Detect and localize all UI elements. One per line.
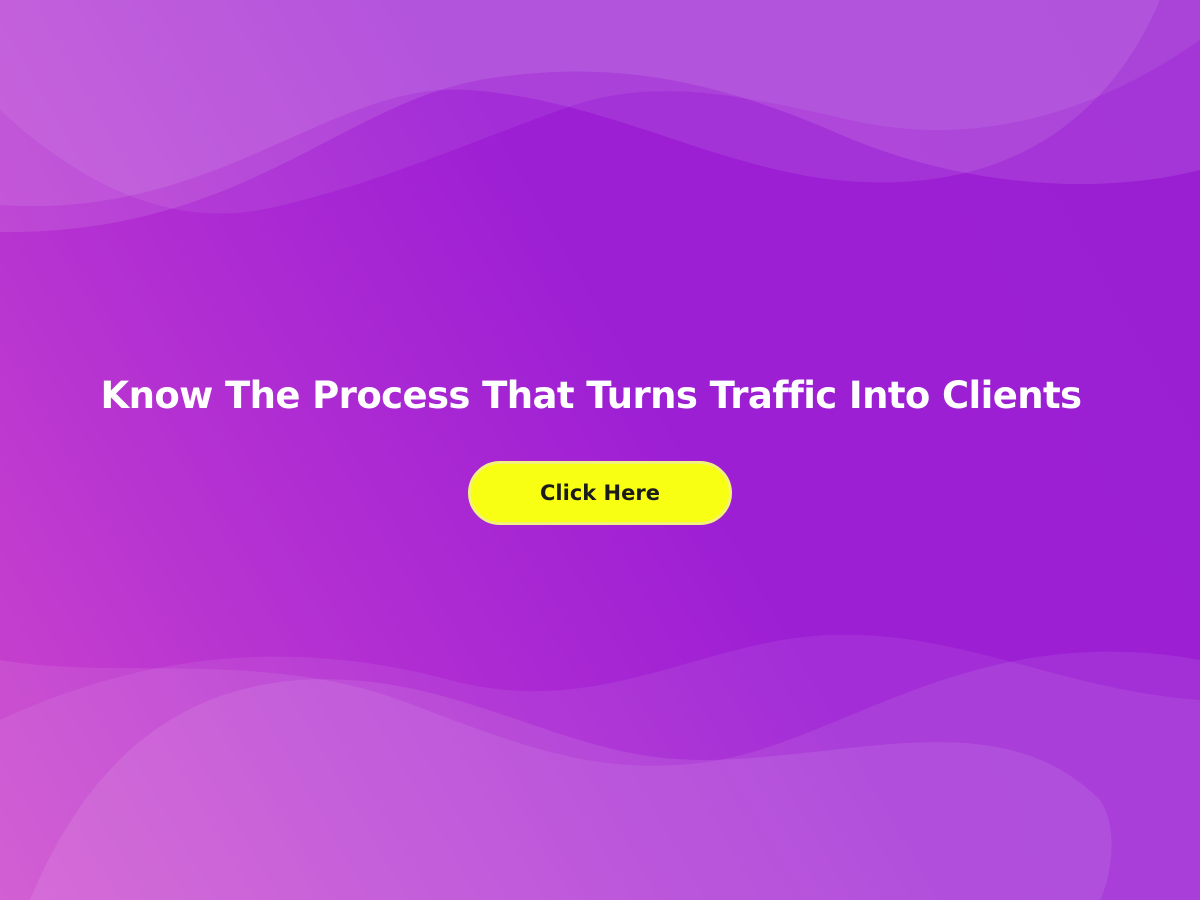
hero-content: Know The Process That Turns Traffic Into… [0,0,1200,900]
hero-headline: Know The Process That Turns Traffic Into… [100,374,1083,417]
hero-section: Know The Process That Turns Traffic Into… [0,0,1200,900]
click-here-button[interactable]: Click Here [468,461,732,525]
